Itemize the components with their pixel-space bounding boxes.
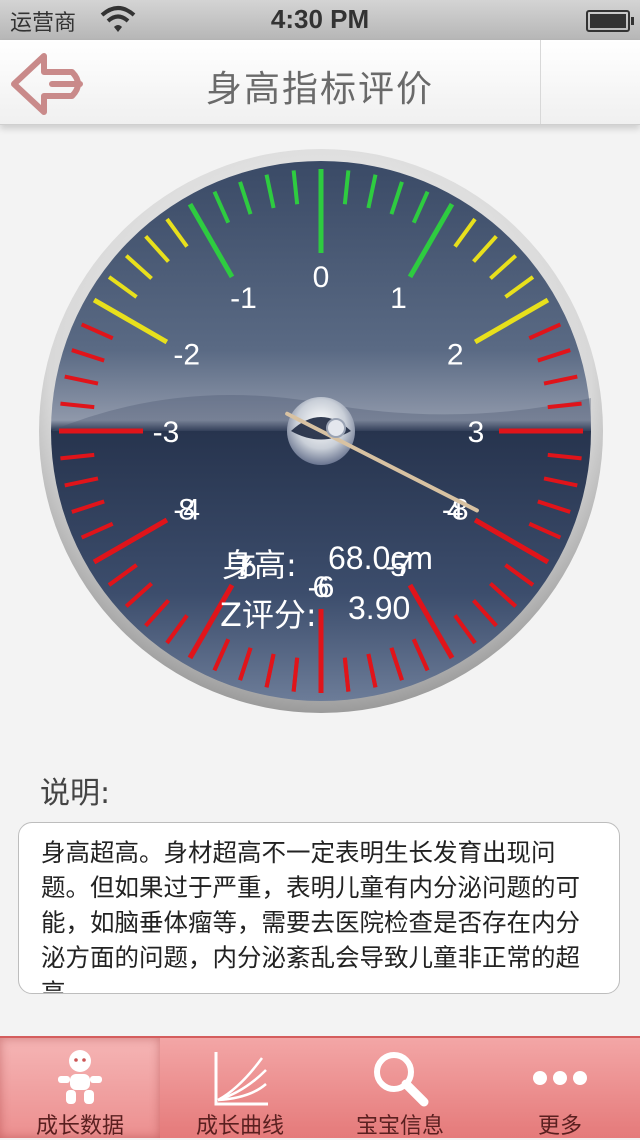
- tab-growth-data[interactable]: 成长数据: [0, 1038, 160, 1139]
- tab-label: 成长数据: [35, 1114, 124, 1139]
- description-text: 身高超高。身材超高不一定表明生长发育出现问题。但如果过于严重，表明儿童有内分泌问…: [41, 838, 580, 994]
- status-time: 4:30 PM: [270, 4, 370, 34]
- gauge-tick-label: 2: [447, 339, 464, 372]
- status-bar: 运营商 4:30 PM: [0, 0, 640, 40]
- baby-icon: [58, 1050, 102, 1104]
- gauge-tick-label: 0: [313, 261, 330, 294]
- gauge-tick-label: -1: [230, 282, 257, 315]
- description-title: 说明:: [40, 776, 111, 811]
- growth-chart-icon: [214, 1052, 268, 1106]
- height-label: 身高:: [222, 546, 297, 584]
- description-box[interactable]: 身高超高。身材超高不一定表明生长发育出现问题。但如果过于严重，表明儿童有内分泌问…: [18, 822, 620, 994]
- tab-growth-curve[interactable]: 成长曲线: [160, 1038, 320, 1139]
- tab-label: 成长曲线: [195, 1114, 284, 1139]
- page-title: 身高指标评价: [205, 69, 434, 110]
- gauge-tick-label: -3: [153, 416, 180, 449]
- tab-label: 更多: [537, 1114, 582, 1139]
- gauge-dial: -8-7-6-5-4-3-2-1012345678: [39, 149, 603, 713]
- more-icon: [533, 1071, 587, 1085]
- nav-divider: [540, 40, 541, 124]
- gauge-tick-label: 8: [178, 494, 195, 527]
- height-value: 68.0cm: [328, 540, 433, 576]
- gauge-tick-label: 1: [390, 282, 407, 315]
- search-icon: [374, 1052, 429, 1107]
- gauge-tick-label: 3: [468, 416, 485, 449]
- tab-more[interactable]: 更多: [480, 1038, 640, 1139]
- navigation-bar: 身高指标评价: [0, 40, 640, 125]
- z-score-gauge: -8 -7 -6 -5 -4 -3 -2 -1 0 1 2 3 4 5 6 7 8: [38, 148, 604, 714]
- battery-icon: [586, 10, 634, 32]
- tab-label: 宝宝信息: [355, 1114, 444, 1139]
- gauge-tick-label: -2: [173, 339, 200, 372]
- tab-bar: 成长数据 成长曲线 宝宝信息 更多: [0, 1036, 640, 1139]
- needle-pivot: [326, 418, 346, 438]
- z-score-value: 3.90: [348, 590, 411, 626]
- tab-baby-info[interactable]: 宝宝信息: [320, 1038, 480, 1139]
- z-score-label: Z评分:: [220, 596, 317, 634]
